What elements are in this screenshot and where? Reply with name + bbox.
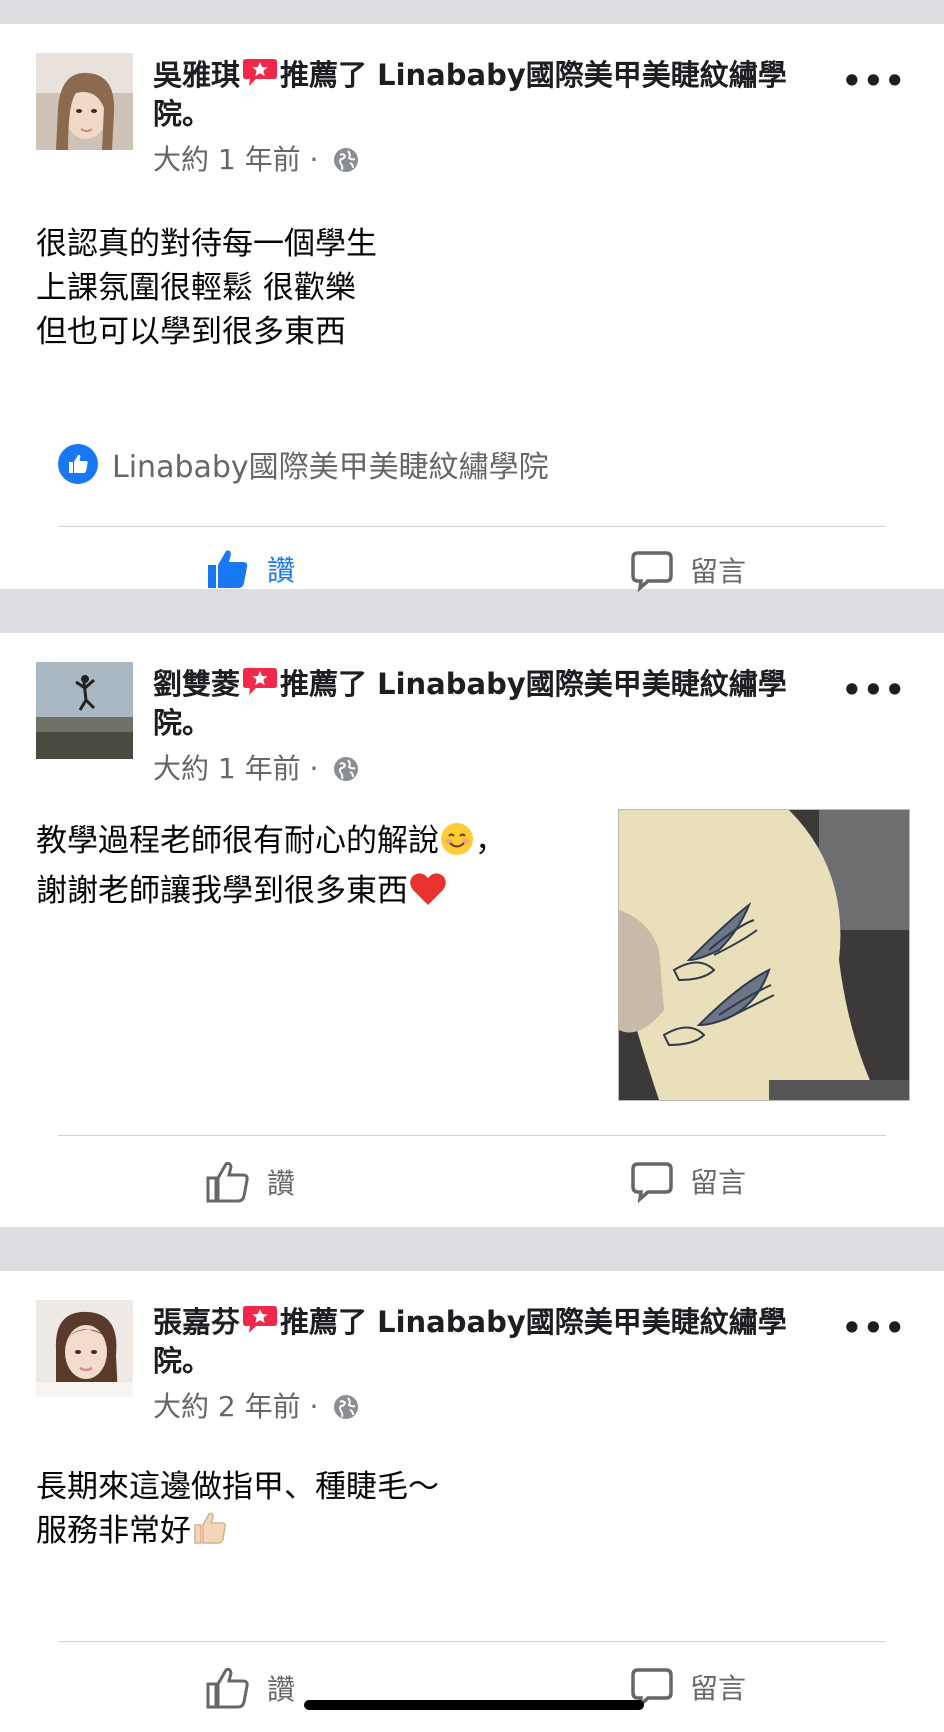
- recommend-icon: [242, 57, 278, 87]
- avatar[interactable]: [36, 1300, 133, 1397]
- feed-gap: [0, 1227, 944, 1271]
- avatar[interactable]: [36, 662, 133, 759]
- globe-icon: [333, 1394, 359, 1427]
- post-line-text: 服務非常好: [36, 1513, 191, 1549]
- comment-button[interactable]: 留言: [630, 1665, 746, 1709]
- comment-button[interactable]: 留言: [630, 548, 746, 592]
- post-body: 長期來這邊做指甲、種睫毛～ 服務非常好: [0, 1465, 944, 1559]
- post-time[interactable]: 大約 1 年前 ·: [153, 752, 318, 785]
- recommend-icon: [242, 1304, 278, 1334]
- review-post-2: 劉雙菱 推薦了 Linababy國際美甲美睫紋繡學院。 ••• 大約 1 年前 …: [0, 633, 944, 1227]
- divider: [58, 1135, 886, 1136]
- post-line: 上課氛圍很輕鬆 很歡樂: [36, 270, 356, 306]
- review-post-1: 吳雅琪 推薦了 Linababy國際美甲美睫紋繡學院。 ••• 大約 1 年前 …: [0, 24, 944, 592]
- post-header: 吳雅琪 推薦了 Linababy國際美甲美睫紋繡學院。 ••• 大約 1 年前 …: [0, 24, 944, 180]
- smiling-face-emoji-icon: [439, 821, 475, 869]
- comment-bubble-icon: [631, 1162, 673, 1203]
- globe-icon: [333, 756, 359, 789]
- author-name[interactable]: 張嘉芬: [153, 1305, 240, 1339]
- post-line-text: 教學過程老師很有耐心的解說: [36, 823, 439, 859]
- divider: [58, 526, 886, 527]
- post-line: 長期來這邊做指甲、種睫毛～: [36, 1469, 439, 1505]
- more-options-icon[interactable]: •••: [842, 1309, 906, 1347]
- post-title: 劉雙菱 推薦了 Linababy國際美甲美睫紋繡學院。: [153, 665, 833, 743]
- like-button[interactable]: 讚: [205, 1665, 295, 1711]
- liked-by-page: Linababy國際美甲美睫紋繡學院: [112, 450, 549, 485]
- like-label: 讚: [267, 554, 296, 587]
- like-label: 讚: [267, 1167, 296, 1200]
- post-actions: 讚 留言: [0, 536, 944, 606]
- thumbs-up-filled-icon: [208, 550, 248, 588]
- globe-icon: [333, 147, 359, 180]
- post-title: 張嘉芬 推薦了 Linababy國際美甲美睫紋繡學院。: [153, 1303, 833, 1381]
- author-name[interactable]: 劉雙菱: [153, 667, 240, 701]
- post-line: 服務非常好: [36, 1509, 944, 1559]
- post-line: 但也可以學到很多東西: [36, 314, 346, 350]
- post-line-text: 謝謝老師讓我學到很多東西: [36, 873, 408, 909]
- post-header: 張嘉芬 推薦了 Linababy國際美甲美睫紋繡學院。 ••• 大約 2 年前 …: [0, 1271, 944, 1427]
- comma: ，: [475, 823, 506, 859]
- thumbs-up-emoji-icon: [191, 1509, 229, 1559]
- comment-label: 留言: [690, 1672, 747, 1705]
- comment-bubble-icon: [631, 551, 673, 592]
- recommend-icon: [242, 666, 278, 696]
- more-options-icon[interactable]: •••: [842, 62, 906, 100]
- post-header: 劉雙菱 推薦了 Linababy國際美甲美睫紋繡學院。 ••• 大約 1 年前 …: [0, 633, 944, 789]
- comment-label: 留言: [690, 1166, 747, 1199]
- post-meta: 大約 2 年前 ·: [153, 1385, 359, 1427]
- thumbs-up-outline-icon: [206, 1667, 249, 1709]
- thumbs-up-outline-icon: [206, 1161, 249, 1203]
- review-post-3: 張嘉芬 推薦了 Linababy國際美甲美睫紋繡學院。 ••• 大約 2 年前 …: [0, 1271, 944, 1732]
- divider: [58, 1641, 886, 1642]
- post-line: 很認真的對待每一個學生: [36, 226, 377, 262]
- liked-by-row[interactable]: Linababy國際美甲美睫紋繡學院: [58, 442, 549, 486]
- post-title: 吳雅琪 推薦了 Linababy國際美甲美睫紋繡學院。: [153, 56, 833, 134]
- post-meta: 大約 1 年前 ·: [153, 138, 359, 180]
- comment-button[interactable]: 留言: [630, 1159, 746, 1203]
- feed-gap-top: [0, 0, 944, 24]
- like-reaction-icon: [58, 444, 98, 484]
- like-label: 讚: [267, 1673, 296, 1706]
- red-heart-emoji-icon: [408, 871, 448, 919]
- post-time[interactable]: 大約 1 年前 ·: [153, 143, 318, 176]
- more-options-icon[interactable]: •••: [842, 671, 906, 709]
- avatar[interactable]: [36, 53, 133, 150]
- like-button[interactable]: 讚: [205, 546, 295, 592]
- post-time[interactable]: 大約 2 年前 ·: [153, 1390, 318, 1423]
- post-actions: 讚 留言: [0, 1651, 944, 1721]
- post-body: 很認真的對待每一個學生 上課氛圍很輕鬆 很歡樂 但也可以學到很多東西: [0, 222, 944, 354]
- post-meta: 大約 1 年前 ·: [153, 747, 359, 789]
- post-actions: 讚 留言: [0, 1145, 944, 1215]
- home-indicator[interactable]: [304, 1700, 644, 1710]
- like-button[interactable]: 讚: [205, 1159, 295, 1205]
- author-name[interactable]: 吳雅琪: [153, 58, 240, 92]
- comment-label: 留言: [690, 555, 747, 588]
- post-photo-tattoo-stencil[interactable]: [618, 809, 910, 1101]
